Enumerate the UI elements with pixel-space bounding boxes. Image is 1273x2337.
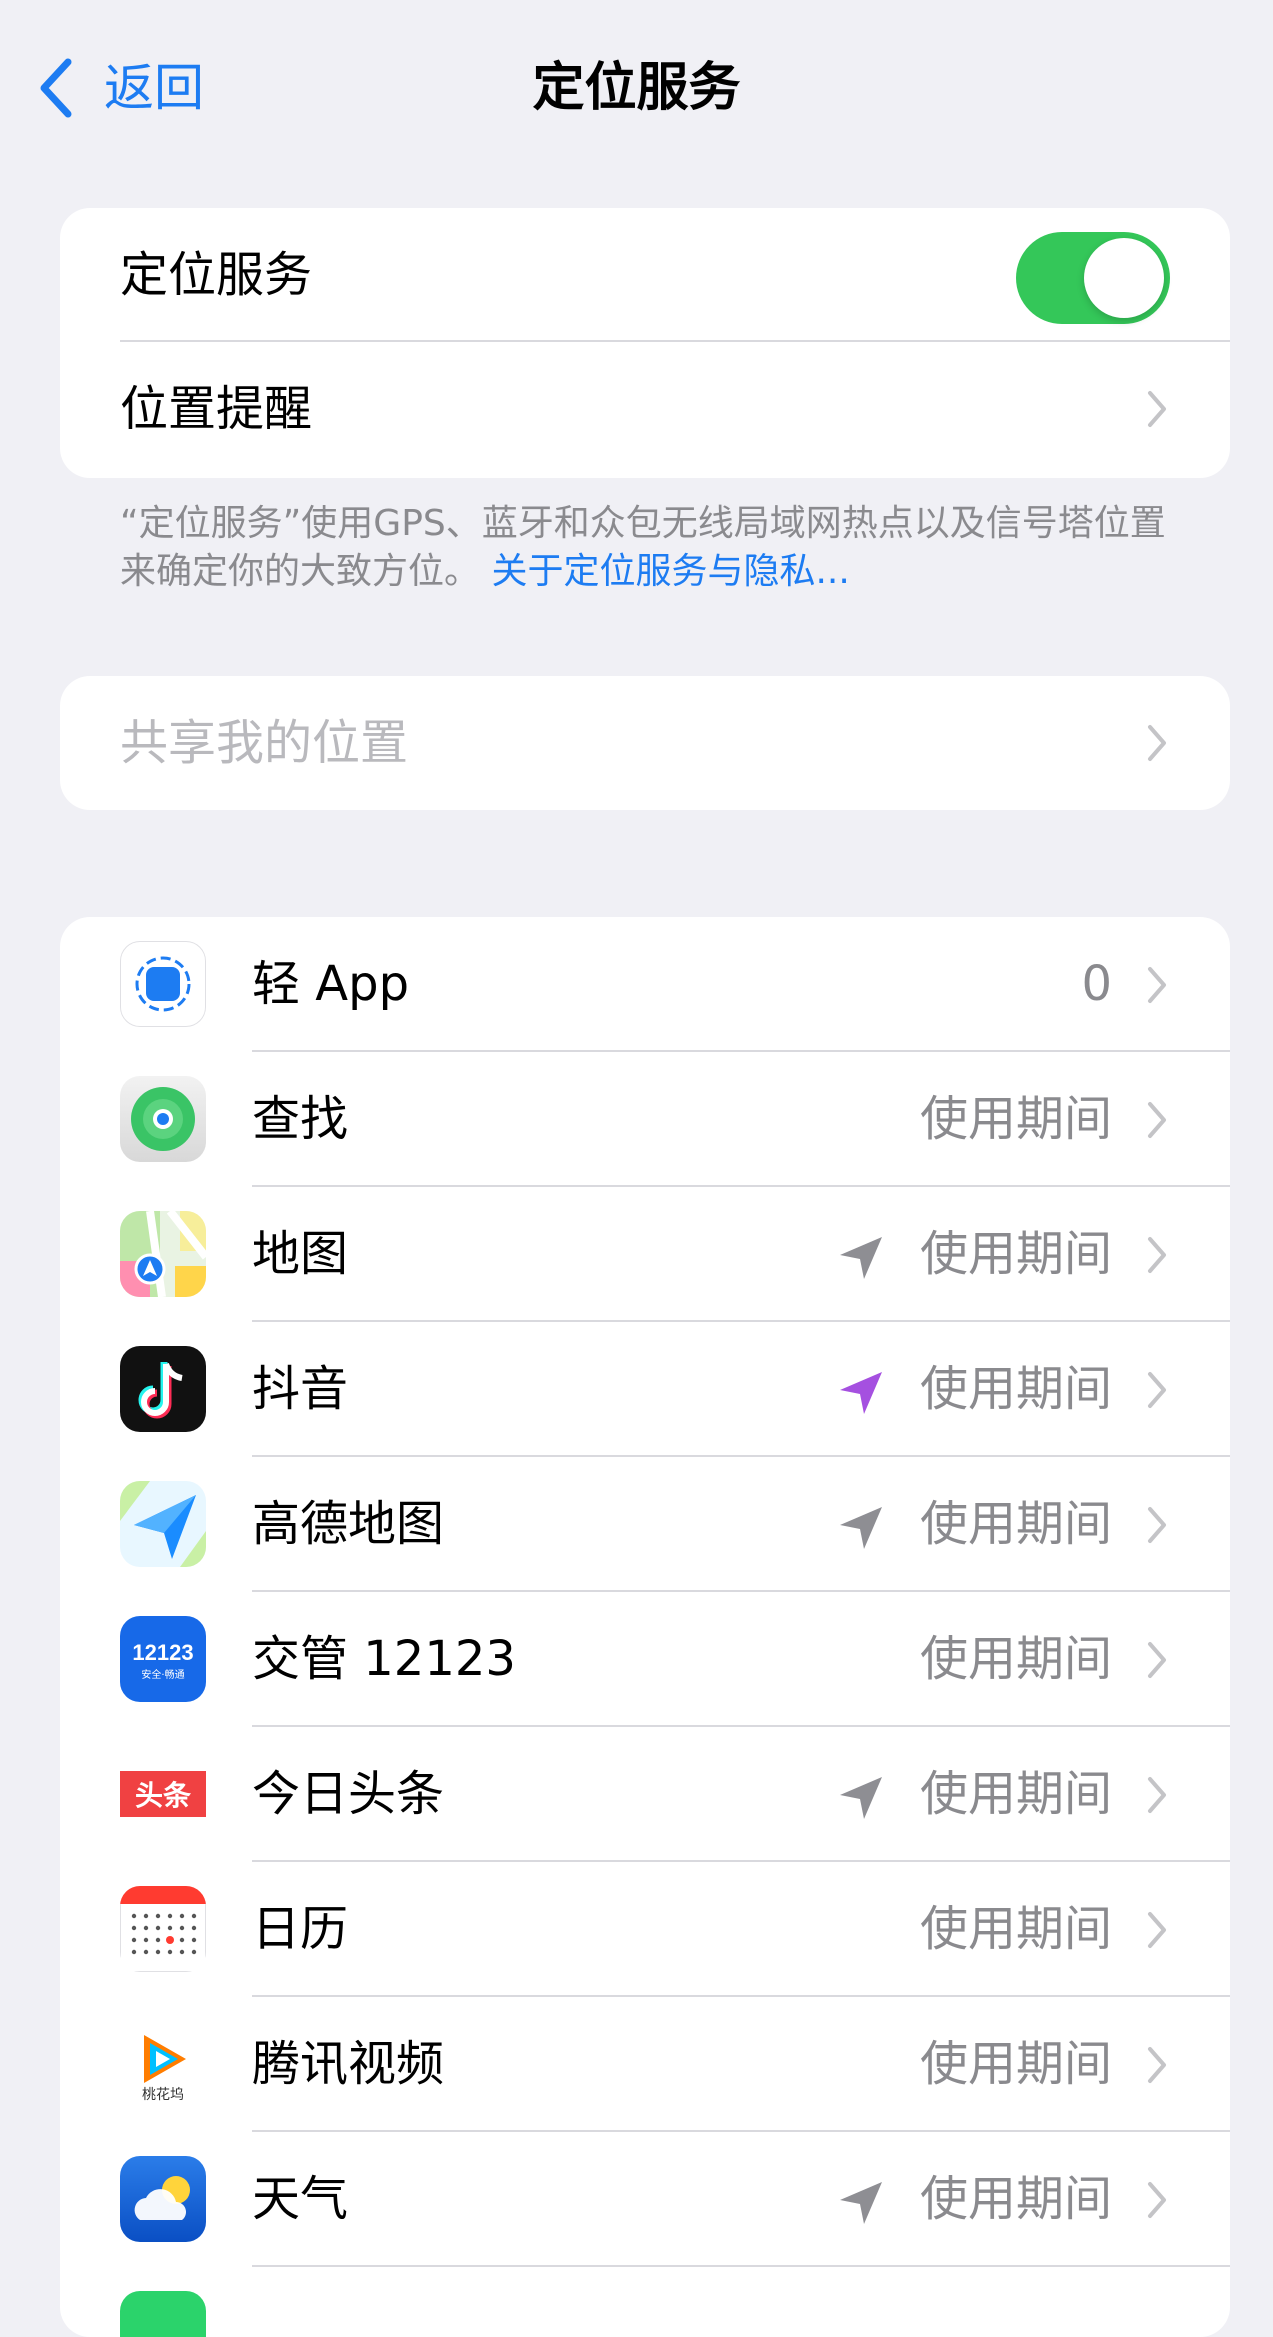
- app-row[interactable]: 查找 使用期间: [60, 1052, 1230, 1187]
- svg-text:头条: 头条: [135, 1779, 191, 1812]
- app-location-status: 使用期间: [919, 1901, 1112, 1957]
- maps-icon: [120, 1211, 206, 1297]
- app-name: 查找: [252, 1091, 349, 1147]
- app-location-status: 0: [1081, 956, 1112, 1012]
- privacy-link[interactable]: 关于定位服务与隐私...: [491, 551, 849, 592]
- svg-text:12123: 12123: [132, 1640, 193, 1665]
- location-alerts-row[interactable]: 位置提醒: [60, 342, 1230, 476]
- location-alerts-label: 位置提醒: [120, 381, 313, 437]
- chevron-right-icon: [1148, 1101, 1166, 1138]
- app-location-status: 使用期间: [919, 1226, 1112, 1282]
- location-services-toggle[interactable]: [1016, 232, 1170, 324]
- navigation-bar: 返回 定位服务: [0, 0, 1273, 180]
- app-row-partial[interactable]: [60, 2267, 1230, 2337]
- app-name: 抖音: [252, 1361, 349, 1417]
- app-name: 日历: [252, 1901, 349, 1957]
- apps-list: 轻 App 0 查找 使用期间 地图 使用期间 抖音 使用期间 高德地图 使用期间 12123 安全·…: [60, 917, 1230, 2337]
- app-location-status: 使用期间: [919, 2171, 1112, 2227]
- app-name: 腾讯视频: [252, 2036, 445, 2092]
- app-name: 地图: [252, 1226, 349, 1282]
- chevron-right-icon: [1148, 1911, 1166, 1948]
- app-row[interactable]: 天气 使用期间: [60, 2132, 1230, 2267]
- toutiao-icon: 头条: [120, 1751, 206, 1837]
- app-icon-partial: [120, 2291, 206, 2337]
- location-arrow-icon: [840, 1507, 882, 1549]
- chevron-right-icon: [1148, 1236, 1166, 1273]
- app-row[interactable]: 桃花坞 腾讯视频 使用期间: [60, 1997, 1230, 2132]
- app-row[interactable]: 12123 安全·畅通 交管 12123 使用期间: [60, 1592, 1230, 1727]
- app-row[interactable]: 头条 今日头条 使用期间: [60, 1727, 1230, 1862]
- location-arrow-icon: [840, 1372, 882, 1414]
- weather-icon: [120, 2156, 206, 2242]
- app-row[interactable]: 轻 App 0: [60, 917, 1230, 1052]
- chevron-right-icon: [1148, 391, 1166, 427]
- apps-list-card: 轻 App 0 查找 使用期间 地图 使用期间 抖音 使用期间 高德地图 使用期间 12123 安全·…: [60, 917, 1230, 2337]
- app-location-status: 使用期间: [919, 1496, 1112, 1552]
- chevron-right-icon: [1148, 1506, 1166, 1543]
- app-location-status: 使用期间: [919, 1361, 1112, 1417]
- app-name: 天气: [252, 2171, 349, 2227]
- chevron-right-icon: [1148, 2046, 1166, 2083]
- chevron-right-icon: [1148, 1776, 1166, 1813]
- location-arrow-icon: [840, 2182, 882, 2224]
- chevron-right-icon: [1148, 966, 1166, 1003]
- location-settings-card: 定位服务 位置提醒: [60, 208, 1230, 478]
- location-services-row: 定位服务: [60, 208, 1230, 342]
- toggle-knob: [1084, 238, 1164, 318]
- share-location-card: 共享我的位置: [60, 676, 1230, 810]
- app-name: 轻 App: [252, 956, 410, 1012]
- location-services-label: 定位服务: [120, 247, 313, 303]
- location-services-footer: “定位服务”使用GPS、蓝牙和众包无线局域网热点以及信号塔位置来确定你的大致方位…: [120, 500, 1180, 596]
- app-location-status: 使用期间: [919, 1631, 1112, 1687]
- tencent-video-icon: 桃花坞: [120, 2021, 206, 2107]
- share-my-location-row[interactable]: 共享我的位置: [60, 676, 1230, 810]
- app-location-status: 使用期间: [919, 1091, 1112, 1147]
- app-row[interactable]: 抖音 使用期间: [60, 1322, 1230, 1457]
- app-row[interactable]: 高德地图 使用期间: [60, 1457, 1230, 1592]
- chevron-right-icon: [1148, 2181, 1166, 2218]
- page-title: 定位服务: [532, 58, 741, 118]
- svg-text:桃花坞: 桃花坞: [142, 2087, 184, 2103]
- chevron-right-icon: [1148, 725, 1166, 761]
- share-my-location-label: 共享我的位置: [120, 715, 409, 771]
- douyin-icon: [120, 1346, 206, 1432]
- app-name: 今日头条: [252, 1766, 445, 1822]
- svg-text:安全·畅通: 安全·畅通: [141, 1668, 184, 1681]
- location-arrow-icon: [840, 1237, 882, 1279]
- app-location-status: 使用期间: [919, 2036, 1112, 2092]
- chevron-right-icon: [1148, 1371, 1166, 1408]
- amap-icon: [120, 1481, 206, 1567]
- chevron-right-icon: [1148, 1641, 1166, 1678]
- find-my-icon: [120, 1076, 206, 1162]
- app-location-status: 使用期间: [919, 1766, 1112, 1822]
- app-name: 高德地图: [252, 1496, 445, 1552]
- app-row[interactable]: 日历 使用期间: [60, 1862, 1230, 1997]
- app-row[interactable]: 地图 使用期间: [60, 1187, 1230, 1322]
- traffic-12123-icon: 12123 安全·畅通: [120, 1616, 206, 1702]
- app-clip-icon: [120, 941, 206, 1027]
- app-name: 交管 12123: [252, 1631, 516, 1687]
- location-arrow-icon: [840, 1777, 882, 1819]
- calendar-icon: [120, 1886, 206, 1972]
